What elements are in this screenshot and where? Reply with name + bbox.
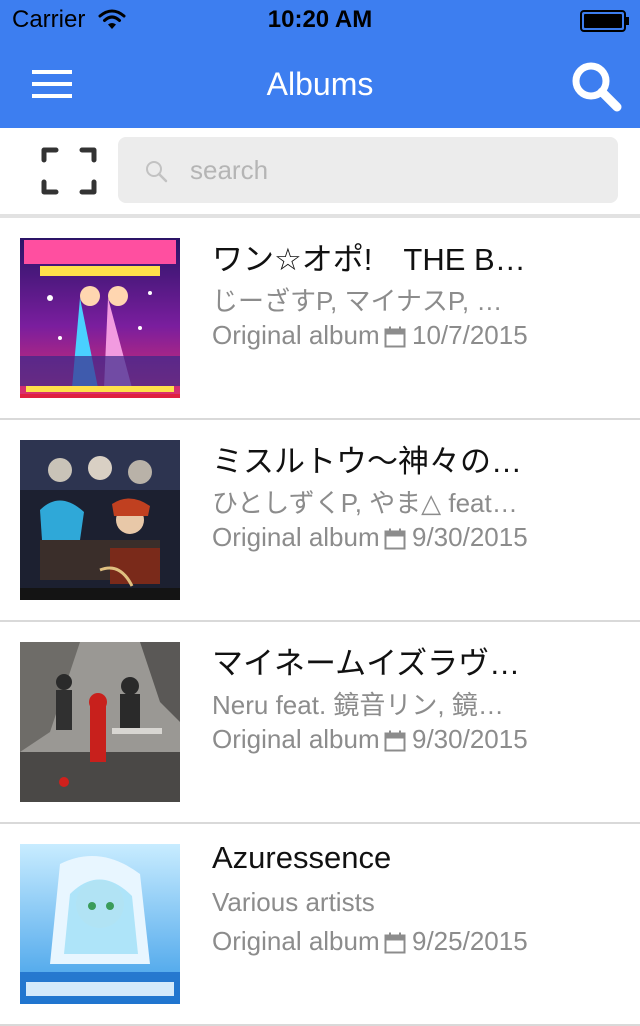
barcode-scan-button[interactable] [36,142,102,200]
album-artists: じーざすP, マイナスP, … [212,286,503,316]
album-meta: Original album 9/25/2015 [212,926,528,960]
album-meta: Original album 9/30/2015 [212,724,528,758]
album-meta: Original album 10/7/2015 [212,320,528,354]
calendar-icon [384,528,406,550]
album-type: Original album [212,522,380,552]
album-cover-image [20,844,180,1004]
album-row[interactable]: Azuressence Various artists Original alb… [0,824,640,1026]
status-bar: Carrier 10:20 AM [0,0,640,40]
album-type: Original album [212,724,380,754]
scan-frame-icon [41,147,97,195]
status-time: 10:20 AM [267,6,373,33]
album-type: Original album [212,320,380,350]
album-artists: Neru feat. 鏡音リン, 鏡… [212,690,504,720]
search-input[interactable] [190,149,600,191]
album-title: ミスルトウ〜神々の宿り木〜 [212,444,542,479]
search-button[interactable] [566,58,626,114]
page-title: Albums [266,66,374,102]
calendar-icon [384,932,406,954]
album-row[interactable]: マイネームイズラヴ… Neru feat. 鏡音リン, 鏡… Original … [0,622,640,824]
album-row[interactable]: ワン☆オポ! THE BEST OF BEST! じーざすP, マイナスP, …… [0,218,640,420]
album-artists: Various artists [212,887,375,917]
album-date: 9/30/2015 [412,522,528,552]
album-title: Azuressence [212,840,392,875]
album-title: マイネームイズラヴ… [212,646,521,681]
album-type: Original album [212,926,380,956]
album-cover-image [20,440,180,600]
album-row[interactable]: ミスルトウ〜神々の宿り木〜 ひとしずくP, やま△ feat. … Origin… [0,420,640,622]
album-date: 9/30/2015 [412,724,528,754]
album-cover-image [20,238,180,398]
album-date: 10/7/2015 [412,320,528,350]
nav-bar: Albums [0,40,640,128]
album-cover-image [20,642,180,802]
album-date: 9/25/2015 [412,926,528,956]
album-list: ワン☆オポ! THE BEST OF BEST! じーざすP, マイナスP, …… [0,218,640,1026]
search-icon [572,62,622,112]
battery-icon [580,10,629,32]
calendar-icon [384,730,406,752]
album-meta: Original album 9/30/2015 [212,522,528,556]
app-header: Carrier 10:20 AM Albums [0,0,640,128]
search-field[interactable] [118,137,618,203]
calendar-icon [384,326,406,348]
album-artists: ひとしずくP, やま△ feat. … [212,488,522,518]
album-title: ワン☆オポ! THE BEST OF BEST! [212,242,542,277]
magnifier-icon [146,161,168,183]
search-toolbar [0,128,640,214]
